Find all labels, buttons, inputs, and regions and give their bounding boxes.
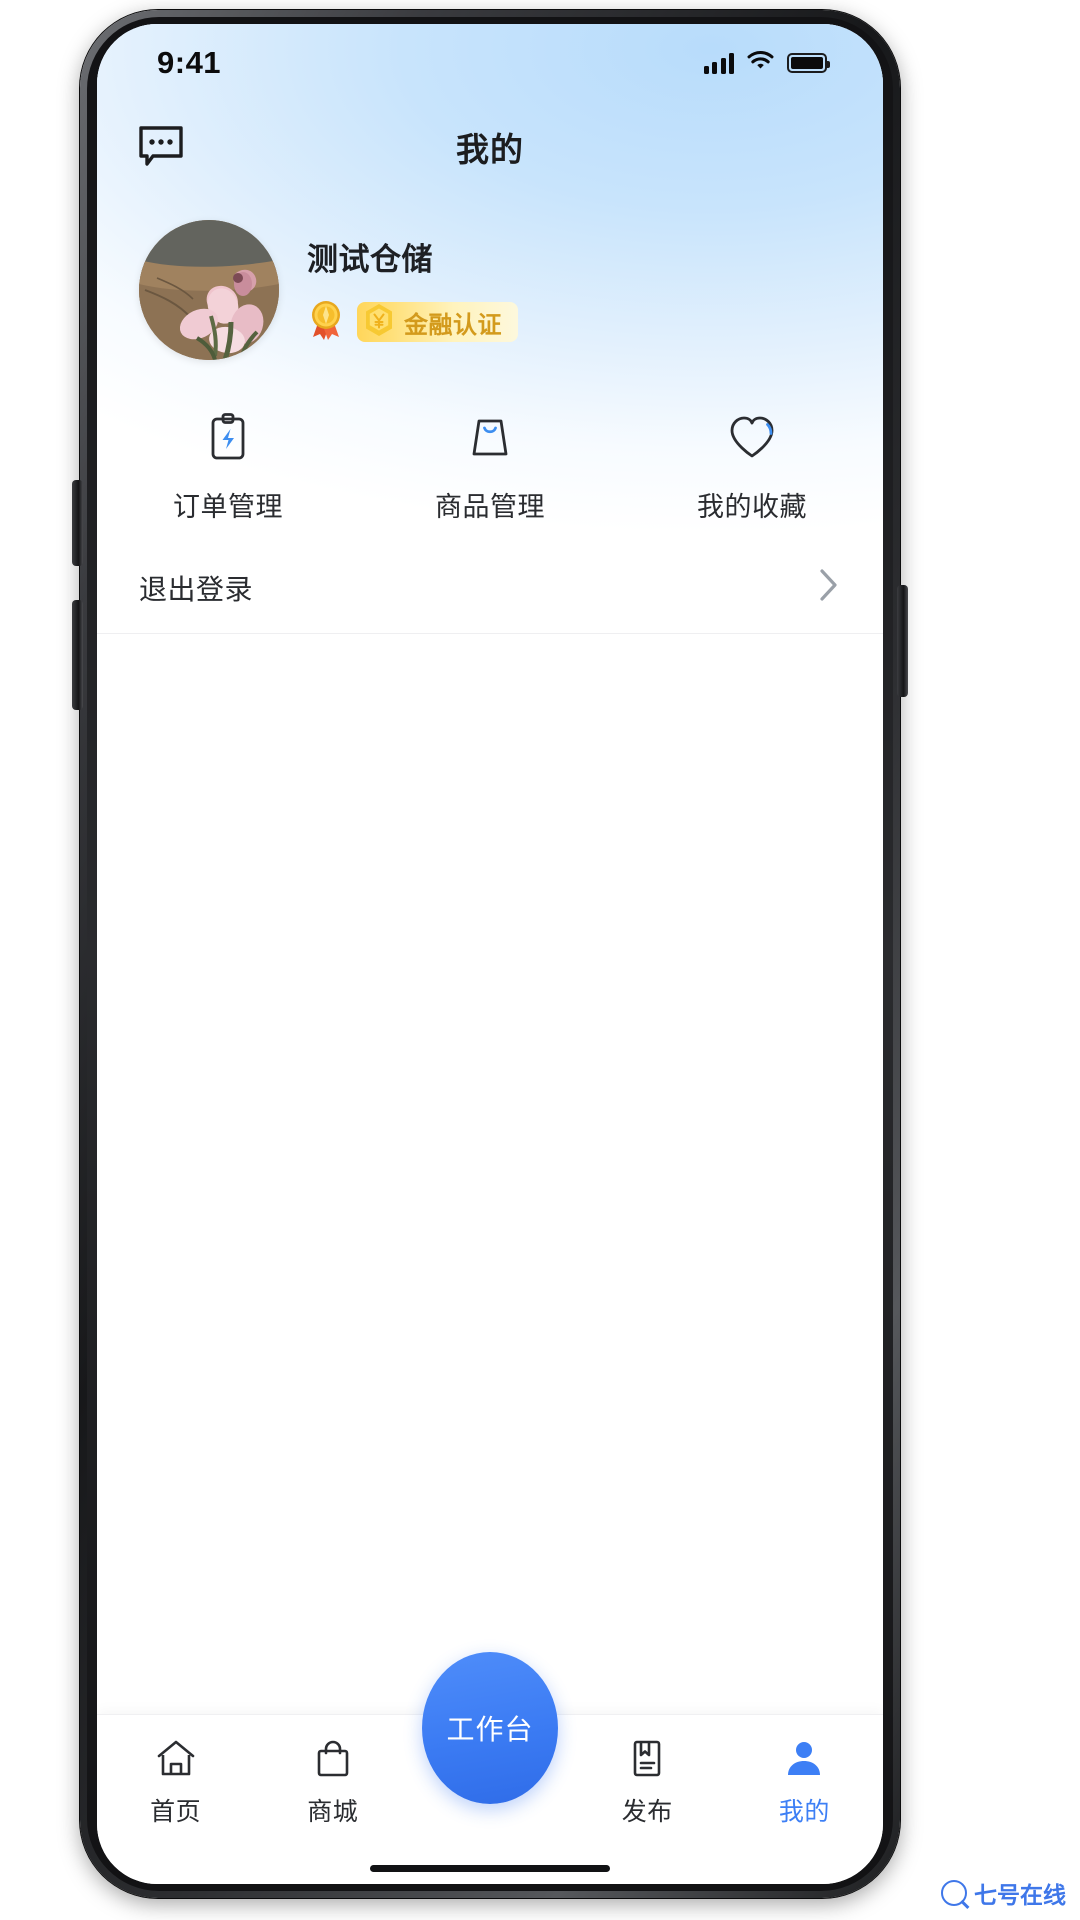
workbench-fab-button[interactable]: 工作台 xyxy=(422,1652,558,1804)
heart-icon xyxy=(726,411,778,463)
list-item-label: 退出登录 xyxy=(139,573,254,605)
profile-name: 测试仓储 xyxy=(307,241,433,277)
tab-label: 商城 xyxy=(307,1798,359,1826)
shopping-bag-icon xyxy=(464,411,516,463)
watermark-text: 七号在线 xyxy=(974,1882,1066,1908)
search-circle-icon xyxy=(941,1880,967,1906)
page-title: 我的 xyxy=(456,131,524,168)
tab-label: 首页 xyxy=(150,1798,202,1826)
tab-home[interactable]: 首页 xyxy=(97,1737,254,1828)
profile-badges: 金融认证 xyxy=(307,299,518,346)
tab-label: 发布 xyxy=(621,1798,673,1826)
yen-hexagon-icon xyxy=(363,303,395,342)
wifi-icon xyxy=(747,50,774,76)
person-icon xyxy=(783,1737,825,1779)
quick-menu: 订单管理 商品管理 我的收藏 xyxy=(97,392,883,542)
home-icon xyxy=(155,1737,197,1779)
book-publish-icon xyxy=(626,1737,668,1779)
tab-label: 我的 xyxy=(778,1798,830,1826)
profile-section: 测试仓储 金融认证 xyxy=(97,202,883,377)
volume-down-button[interactable] xyxy=(72,600,83,710)
status-bar-icons xyxy=(703,50,830,76)
volume-up-button[interactable] xyxy=(72,480,83,566)
status-badge: 金融认证 xyxy=(357,302,518,342)
power-button[interactable] xyxy=(897,585,908,697)
screenshot-root: 9:41 我的 测试仓储 金融认证 订单管理 商品管理 我的收藏 退出登录 首页… xyxy=(0,0,1080,1920)
clipboard-bolt-icon xyxy=(202,411,254,463)
avatar[interactable] xyxy=(139,219,279,360)
chevron-right-icon xyxy=(819,568,839,607)
quick-item-order-management[interactable]: 订单管理 xyxy=(97,392,359,542)
quick-item-label: 我的收藏 xyxy=(697,491,807,522)
quick-item-product-management[interactable]: 商品管理 xyxy=(359,392,621,542)
app-header: 我的 xyxy=(97,102,883,192)
watermark: 七号在线 xyxy=(941,1876,1066,1910)
quick-item-my-favorites[interactable]: 我的收藏 xyxy=(621,392,883,542)
content-area xyxy=(97,635,883,1725)
gold-medal-icon xyxy=(307,299,345,346)
phone-screen: 9:41 我的 测试仓储 金融认证 订单管理 商品管理 我的收藏 退出登录 首页… xyxy=(97,24,883,1884)
certification-label: 金融认证 xyxy=(404,311,502,339)
tab-mall[interactable]: 商城 xyxy=(254,1737,411,1828)
home-indicator xyxy=(370,1865,610,1872)
quick-item-label: 订单管理 xyxy=(173,491,283,522)
tab-mine[interactable]: 我的 xyxy=(726,1737,883,1828)
shopping-bag-icon xyxy=(312,1737,354,1779)
quick-item-label: 商品管理 xyxy=(435,491,545,522)
message-bubble-icon[interactable] xyxy=(137,124,185,168)
cellular-signal-icon xyxy=(703,52,734,74)
profile-info: 测试仓储 金融认证 xyxy=(307,234,518,346)
tab-publish[interactable]: 发布 xyxy=(569,1737,726,1828)
list-item-logout[interactable]: 退出登录 xyxy=(97,542,883,634)
battery-full-icon xyxy=(787,53,830,73)
status-bar: 9:41 xyxy=(97,24,883,102)
status-bar-time: 9:41 xyxy=(157,45,222,80)
